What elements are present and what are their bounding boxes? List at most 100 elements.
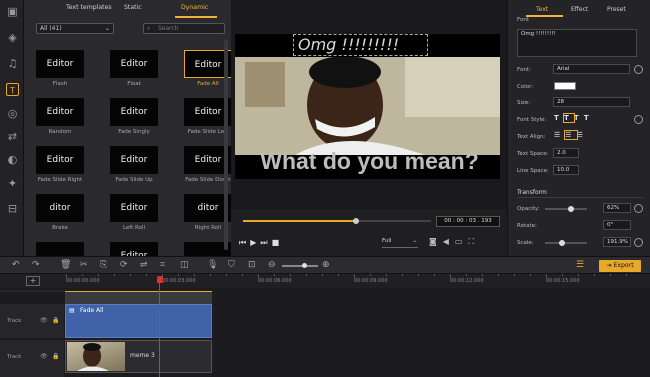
lock-icon[interactable]: 🔒 <box>52 353 59 360</box>
align-left-icon[interactable]: ☰ <box>554 131 565 139</box>
color-swatch[interactable] <box>554 82 576 90</box>
track-label: Track <box>7 318 22 324</box>
reset-opacity-icon[interactable] <box>634 204 643 213</box>
marker-icon[interactable]: ⛉ <box>228 260 235 271</box>
eye-icon[interactable]: 👁 <box>40 317 48 324</box>
search-input[interactable]: ⌕ Search <box>143 23 225 34</box>
category-select[interactable]: All (41) ⌄ <box>36 23 114 34</box>
scale-slider[interactable] <box>545 240 587 246</box>
reset-scale-icon[interactable] <box>634 238 643 247</box>
template-tile[interactable]: Editor <box>110 98 158 126</box>
template-tile[interactable]: Editor <box>110 50 158 78</box>
scale-slider-knob[interactable] <box>558 240 565 246</box>
underline-button[interactable]: T <box>574 114 584 122</box>
zoom-out-icon[interactable]: ⊖ <box>268 260 276 271</box>
zoom-in-icon[interactable]: ⊕ <box>322 260 330 271</box>
template-tile[interactable]: Editor <box>36 98 84 126</box>
align-right-icon[interactable]: ☰ <box>577 131 588 139</box>
template-tile[interactable]: ditor <box>36 194 84 222</box>
audio-icon[interactable]: ♫ <box>6 57 19 70</box>
tab-text-props[interactable]: Text <box>536 6 548 13</box>
split-screen-icon[interactable]: ⊟ <box>6 202 19 215</box>
mirror-icon[interactable]: ⇌ <box>140 260 148 271</box>
tab-preset[interactable]: Preset <box>607 6 626 13</box>
zoom-slider[interactable] <box>282 263 318 268</box>
delete-icon[interactable]: 🗑 <box>60 260 71 271</box>
next-frame-icon[interactable]: ⏭ <box>260 238 271 247</box>
text-selection-box[interactable]: Omg !!!!!!!!! <box>293 34 428 56</box>
italic-button[interactable]: T <box>562 113 575 123</box>
text-clip-label: Fade All <box>80 307 104 314</box>
eye-icon[interactable]: 👁 <box>40 353 48 360</box>
mic-icon[interactable]: 🎙 <box>207 260 218 271</box>
text-tool-icon[interactable]: T <box>6 83 19 96</box>
text-clip[interactable]: ▤ Fade All <box>65 304 212 338</box>
media-icon[interactable]: ▣ <box>6 5 19 18</box>
filter-icon[interactable]: ◎ <box>6 107 19 120</box>
zoom-slider-knob[interactable] <box>302 263 307 268</box>
preview-frame[interactable]: Omg !!!!!!!!! What do you mean? <box>235 34 500 179</box>
size-select[interactable]: 28 <box>553 97 630 107</box>
text-content-field[interactable]: Omg !!!!!!!!! <box>517 29 637 57</box>
playback-progress-track[interactable] <box>243 218 431 224</box>
redo-icon[interactable]: ↷ <box>32 260 40 271</box>
sticker-icon[interactable]: ✦ <box>6 177 19 190</box>
rotate-icon[interactable]: ⟳ <box>120 260 128 271</box>
playhead-handle[interactable] <box>157 276 163 283</box>
scale-field[interactable]: 191.9% <box>603 237 631 247</box>
copy-icon[interactable]: ⎘ <box>100 260 107 271</box>
playback-scrubber[interactable] <box>352 218 359 224</box>
play-icon[interactable]: ▶ <box>250 238 260 247</box>
align-center-icon[interactable]: ☰ <box>564 130 578 140</box>
line-space-field[interactable]: 10.0 <box>553 165 579 175</box>
cut-icon[interactable]: ✂ <box>80 260 88 271</box>
tab-effect[interactable]: Effect <box>571 6 588 13</box>
tab-static[interactable]: Static <box>124 4 142 11</box>
reset-font-icon[interactable] <box>634 65 643 74</box>
ruler-minor-tick <box>610 274 611 276</box>
rotate-field[interactable]: 0° <box>603 220 631 230</box>
template-tile[interactable]: Editor <box>36 146 84 174</box>
template-tile[interactable]: Editor <box>36 50 84 78</box>
undo-icon[interactable]: ↶ <box>12 260 20 271</box>
template-tile[interactable]: Editor <box>110 146 158 174</box>
fullscreen-icon[interactable]: ⛶ <box>468 237 480 246</box>
tab-dynamic[interactable]: Dynamic <box>181 4 208 11</box>
settings-sliders-icon[interactable]: ☰ <box>576 260 584 271</box>
clip-handle-bar[interactable] <box>65 291 212 304</box>
opacity-slider-knob[interactable] <box>568 206 575 212</box>
font-select[interactable]: Arial <box>553 64 630 74</box>
quality-value: Full <box>382 238 392 244</box>
text-space-field[interactable]: 2.0 <box>553 148 579 158</box>
opacity-slider[interactable] <box>545 206 587 212</box>
timeline-ruler[interactable]: + 00:00:00.000 00:00:03.000 00:00:06.000 00… <box>0 274 650 288</box>
previous-frame-icon[interactable]: ⏮ <box>239 238 250 247</box>
category-select-value: All (41) <box>40 25 62 32</box>
aspect-icon[interactable]: ▭ <box>455 237 469 246</box>
opacity-label: Opacity: <box>517 206 540 212</box>
panel-scrollbar[interactable] <box>224 40 228 250</box>
opacity-field[interactable]: 62% <box>603 203 631 213</box>
crop-icon[interactable]: ⌗ <box>160 260 165 271</box>
quality-select[interactable]: Full ⌄ <box>382 238 418 248</box>
add-track-icon[interactable]: + <box>26 276 40 286</box>
template-tile[interactable]: Editor <box>110 194 158 222</box>
overlay-icon[interactable]: ◐ <box>6 153 19 166</box>
export-button[interactable]: ⇥ Export <box>599 260 641 272</box>
layers-icon[interactable]: ◈ <box>6 31 19 44</box>
speed-icon[interactable]: ◫ <box>180 260 189 271</box>
template-tile[interactable] <box>36 242 84 256</box>
transition-icon[interactable]: ⇄ <box>6 130 19 143</box>
template-tile[interactable]: Editor <box>110 242 158 261</box>
reset-style-icon[interactable] <box>634 115 643 124</box>
detach-audio-icon[interactable]: ⊡ <box>248 260 256 271</box>
tab-text-templates[interactable]: Text templates <box>66 4 112 11</box>
volume-icon[interactable]: ◀ <box>443 237 455 246</box>
snapshot-icon[interactable]: ◙ <box>429 237 443 246</box>
template-preview-text: Editor <box>194 155 222 165</box>
video-clip[interactable]: meme 3 <box>65 340 212 373</box>
bold-button[interactable]: T <box>554 114 564 122</box>
lock-icon[interactable]: 🔒 <box>52 317 59 324</box>
stop-icon[interactable]: ■ <box>272 238 284 247</box>
strike-button[interactable]: T <box>584 114 594 122</box>
